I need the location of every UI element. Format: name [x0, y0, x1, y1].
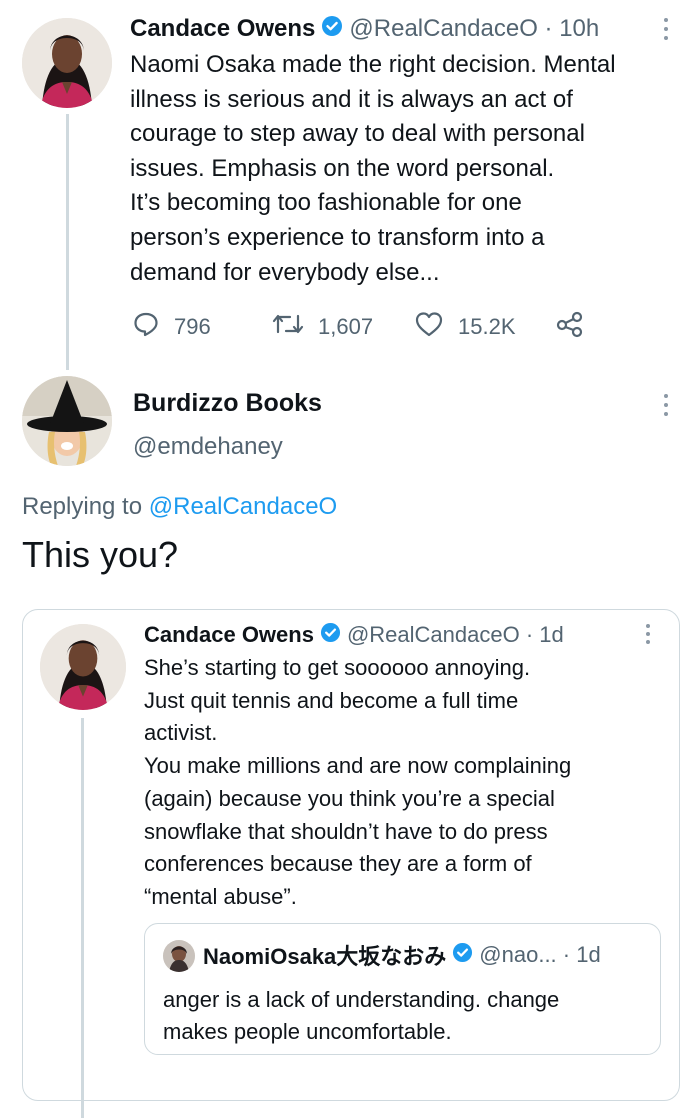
reply-button[interactable]: 796	[132, 310, 211, 344]
avatar[interactable]	[22, 376, 112, 466]
reply-text: This you?	[22, 534, 179, 575]
thread-line	[81, 718, 84, 1118]
more-icon[interactable]	[643, 624, 653, 644]
like-icon	[414, 310, 444, 344]
author-name[interactable]: NaomiOsaka大坂なおみ	[203, 939, 446, 971]
more-icon[interactable]	[661, 394, 671, 416]
reply-count: 796	[174, 314, 211, 339]
share-icon[interactable]	[555, 310, 585, 343]
author-handle-time[interactable]: @RealCandaceO · 10h	[349, 15, 599, 43]
author-handle-time[interactable]: @nao... · 1d	[479, 942, 600, 968]
like-button[interactable]: 15.2K	[414, 310, 516, 344]
author-name[interactable]: Burdizzo Books	[133, 389, 322, 418]
author-handle-time[interactable]: @RealCandaceO · 1d	[347, 622, 564, 648]
replying-to-handle[interactable]: @RealCandaceO	[149, 493, 337, 520]
avatar[interactable]	[40, 624, 126, 710]
author-handle[interactable]: @emdehaney	[133, 433, 283, 461]
tweet-text: She’s starting to get soooooo annoying. …	[144, 655, 572, 909]
avatar[interactable]	[163, 940, 195, 972]
reply-icon	[132, 310, 160, 344]
tweet-text: anger is a lack of understanding. change…	[163, 987, 560, 1044]
more-icon[interactable]	[661, 18, 671, 40]
replying-to: Replying to @RealCandaceO	[22, 493, 337, 521]
author-name[interactable]: Candace Owens	[144, 622, 314, 648]
verified-badge-icon	[320, 622, 341, 649]
author-name[interactable]: Candace Owens	[130, 15, 315, 43]
quoted-tweet-card[interactable]: Candace Owens @RealCandaceO · 1d She’s s…	[22, 609, 680, 1118]
verified-badge-icon	[321, 15, 343, 44]
replying-to-label: Replying to	[22, 493, 149, 520]
verified-badge-icon	[452, 942, 473, 969]
retweet-count: 1,607	[318, 314, 374, 339]
retweet-button[interactable]: 1,607	[272, 310, 373, 344]
tweet-text: Naomi Osaka made the right decision. Men…	[130, 51, 616, 286]
like-count: 15.2K	[458, 314, 516, 339]
retweet-icon	[272, 310, 304, 344]
nested-quoted-tweet[interactable]: NaomiOsaka大坂なおみ @nao... · 1d anger is a …	[144, 923, 661, 1055]
thread-line	[66, 114, 69, 370]
avatar[interactable]	[22, 18, 112, 108]
